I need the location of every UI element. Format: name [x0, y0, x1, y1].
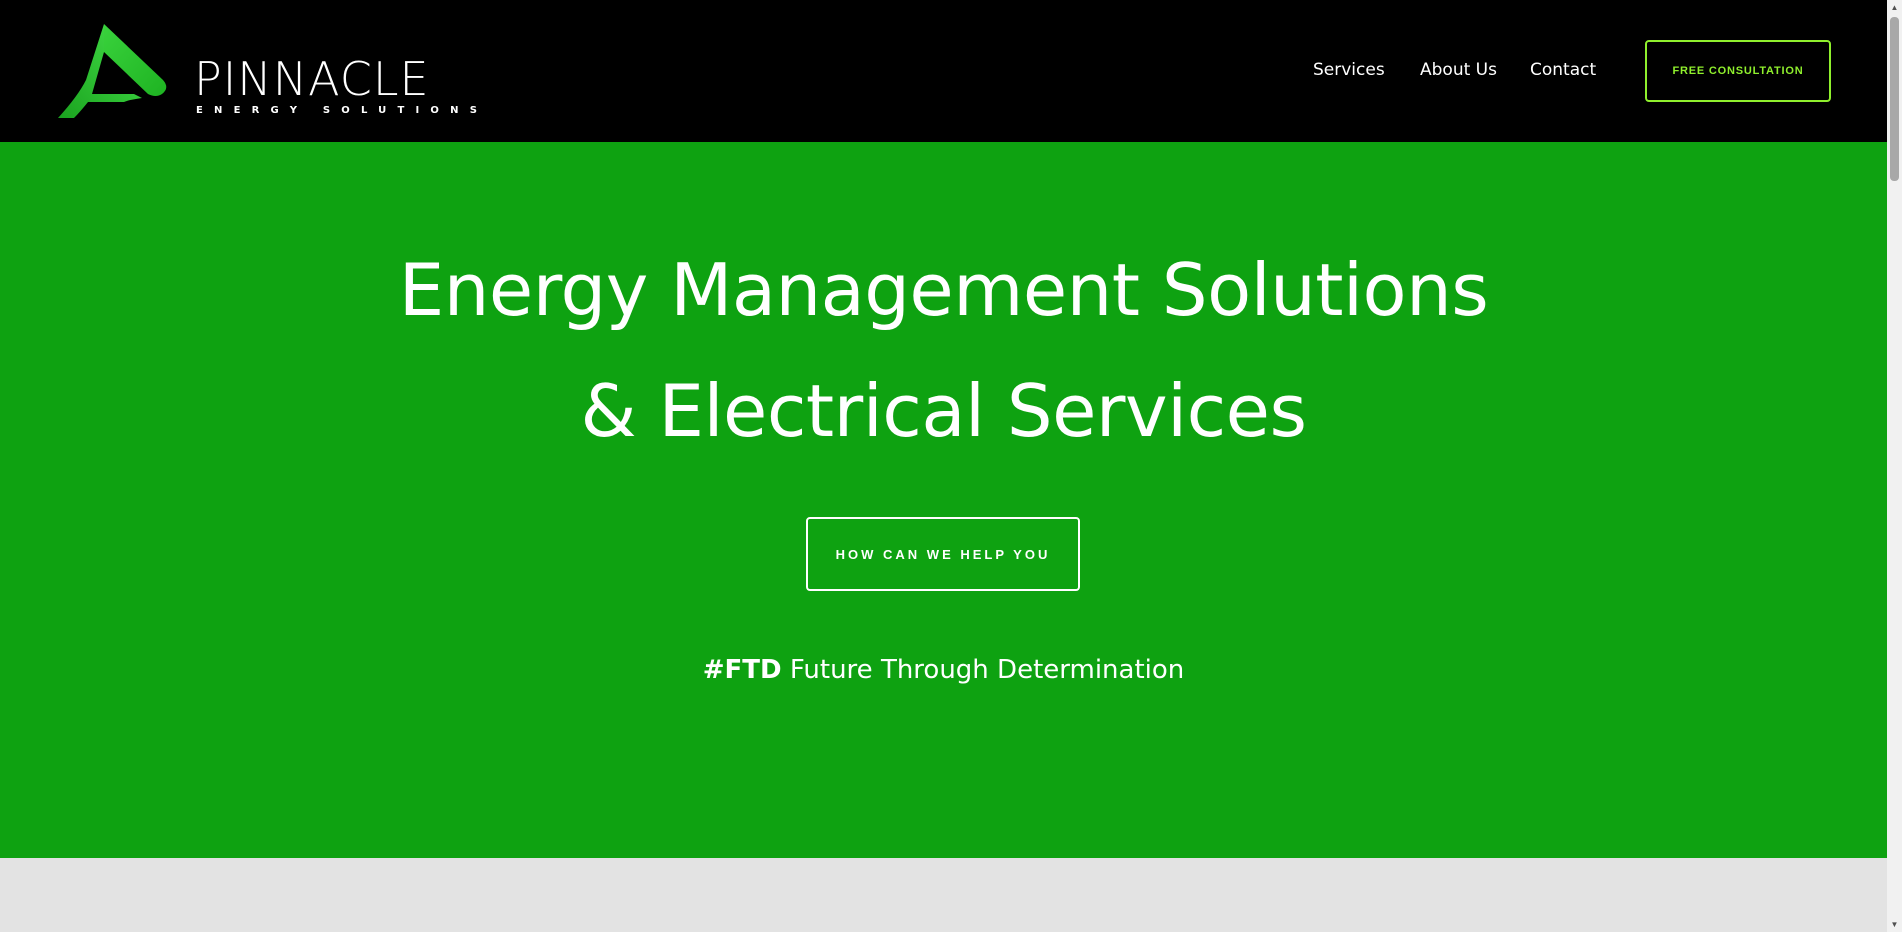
hero-title-line-1: Energy Management Solutions — [398, 248, 1489, 332]
hero-title-line-2: & Electrical Services — [580, 369, 1307, 453]
motto-hashtag: #FTD — [702, 655, 782, 685]
motto-text: Future Through Determination — [781, 655, 1185, 685]
scroll-down-arrow-icon[interactable]: ▼ — [1887, 917, 1902, 932]
next-section — [0, 858, 1887, 932]
hero-section: Energy Management Solutions & Electrical… — [0, 142, 1887, 858]
nav-item-services[interactable]: Services — [1313, 58, 1385, 82]
nav-item-about-us[interactable]: About Us — [1420, 58, 1497, 82]
nav-item-contact[interactable]: Contact — [1530, 58, 1596, 82]
brand-tagline: ENERGY SOLUTIONS — [196, 105, 489, 116]
page: PINNACLE ENERGY SOLUTIONS Services About… — [0, 0, 1902, 932]
free-consultation-button[interactable]: FREE CONSULTATION — [1645, 40, 1831, 102]
brand-name: PINNACLE — [194, 52, 430, 106]
how-can-we-help-button[interactable]: HOW CAN WE HELP YOU — [806, 517, 1080, 591]
scroll-up-arrow-icon[interactable]: ▲ — [1887, 0, 1902, 15]
pinnacle-logo-icon — [58, 24, 167, 118]
vertical-scrollbar[interactable]: ▲ ▼ — [1887, 0, 1902, 932]
site-header: PINNACLE ENERGY SOLUTIONS Services About… — [0, 0, 1887, 142]
site-logo-link[interactable]: PINNACLE ENERGY SOLUTIONS — [58, 22, 477, 122]
hero-motto: #FTD Future Through Determination — [0, 653, 1887, 687]
scrollbar-thumb[interactable] — [1890, 17, 1899, 181]
